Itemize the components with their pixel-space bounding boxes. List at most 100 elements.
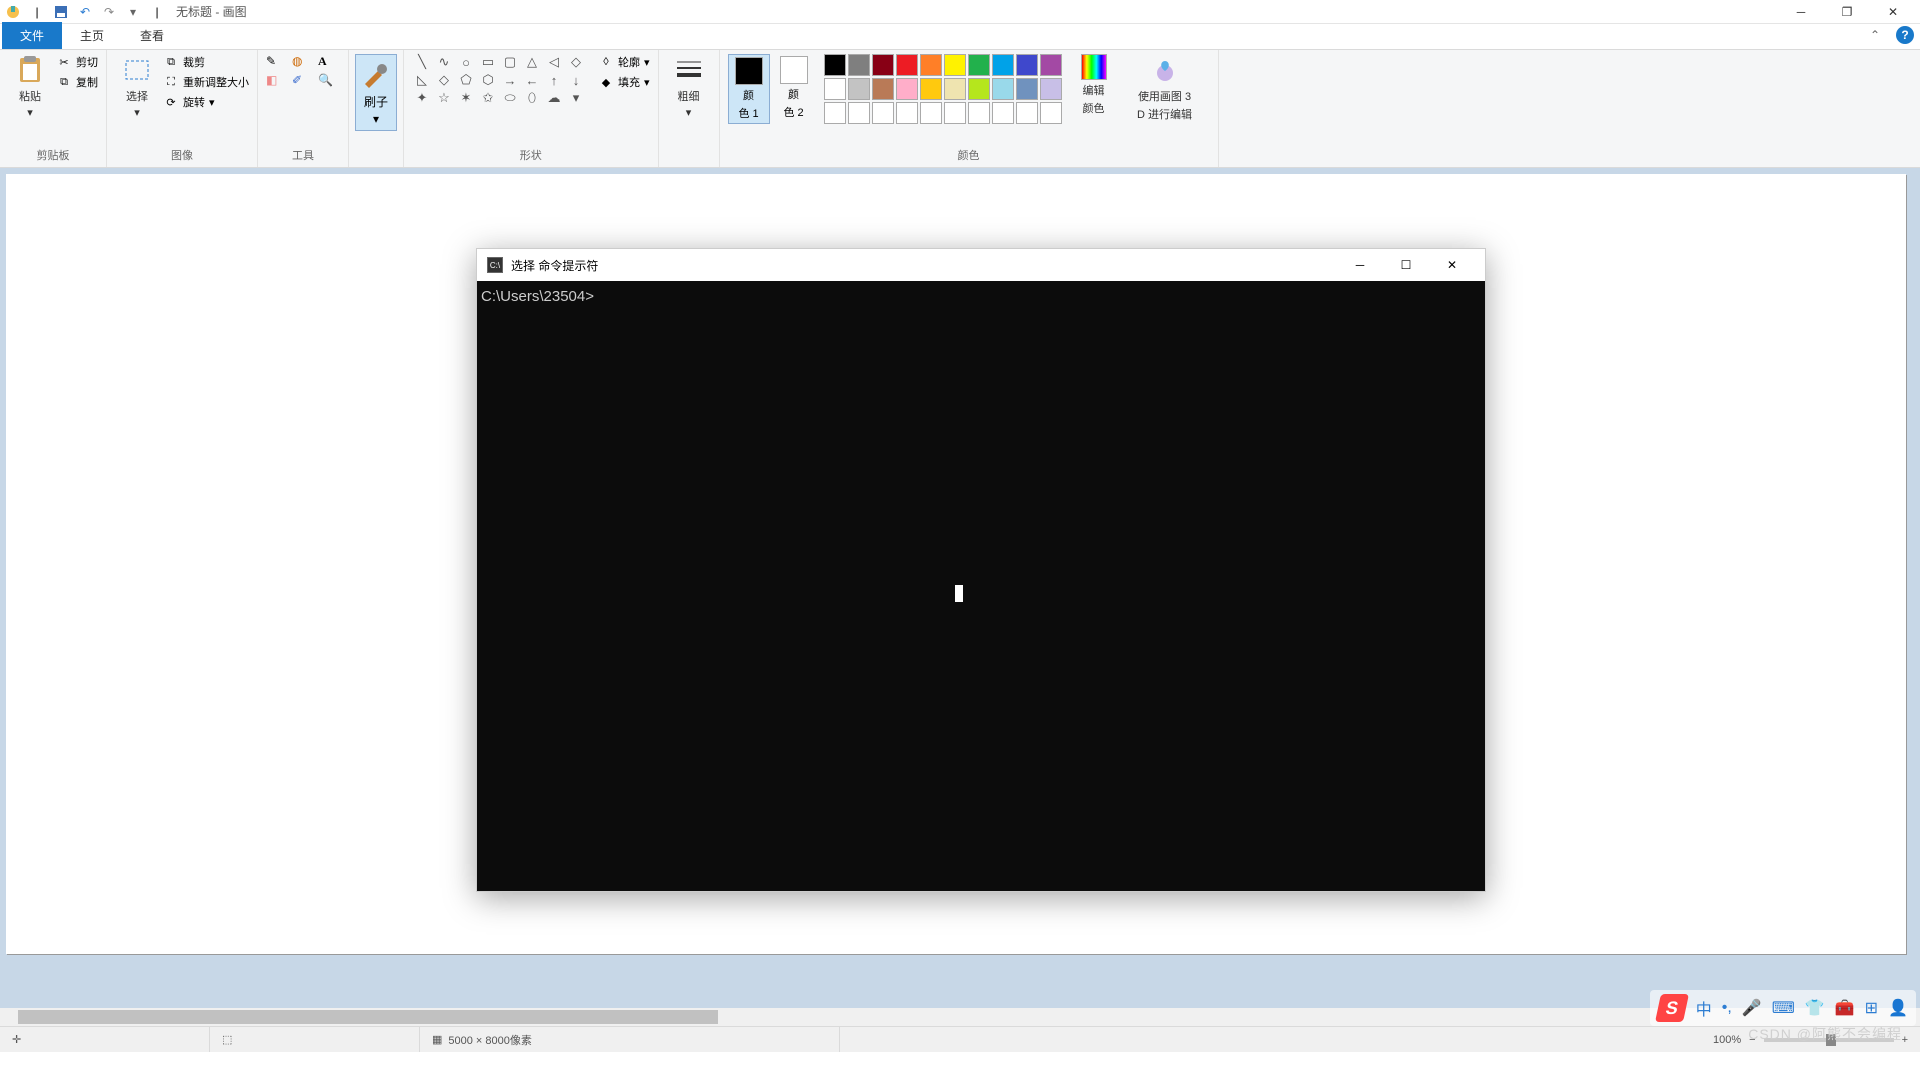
group-label: 颜色 bbox=[728, 145, 1210, 165]
stroke-width-button[interactable]: 粗细▾ bbox=[667, 54, 711, 119]
maximize-button[interactable]: ❐ bbox=[1824, 0, 1870, 24]
eyedropper-tool[interactable]: ✐ bbox=[292, 73, 314, 87]
ime-grid-icon[interactable]: ⊞ bbox=[1865, 998, 1878, 1018]
palette-color[interactable] bbox=[944, 54, 966, 76]
palette-color[interactable] bbox=[896, 102, 918, 124]
paste-button[interactable]: 粘贴▾ bbox=[8, 54, 52, 119]
palette-color[interactable] bbox=[968, 102, 990, 124]
palette-color[interactable] bbox=[872, 102, 894, 124]
palette-color[interactable] bbox=[824, 102, 846, 124]
quick-access-toolbar: | ↶ ↷ ▾ | bbox=[4, 3, 166, 21]
cmd-titlebar[interactable]: C:\ 选择 命令提示符 ─ ☐ ✕ bbox=[477, 249, 1485, 281]
ime-mic-icon[interactable]: 🎤 bbox=[1742, 998, 1762, 1018]
outline-button[interactable]: ◊轮廓 ▾ bbox=[598, 54, 650, 70]
palette-color[interactable] bbox=[872, 78, 894, 100]
fill-button[interactable]: ◆填充 ▾ bbox=[598, 74, 650, 90]
palette-color[interactable] bbox=[944, 102, 966, 124]
cmd-maximize-button[interactable]: ☐ bbox=[1383, 249, 1429, 281]
crop-icon: ⧉ bbox=[163, 54, 179, 70]
redo-icon[interactable]: ↷ bbox=[100, 3, 118, 21]
rotate-button[interactable]: ⟳旋转 ▾ bbox=[163, 94, 249, 110]
cmd-prompt: C:\Users\23504> bbox=[481, 288, 594, 305]
palette-color[interactable] bbox=[848, 102, 870, 124]
copy-button[interactable]: ⧉复制 bbox=[56, 74, 98, 90]
tab-file[interactable]: 文件 bbox=[2, 22, 62, 49]
chevron-down-icon: ▾ bbox=[644, 56, 650, 69]
qat-dropdown-icon[interactable]: ▾ bbox=[124, 3, 142, 21]
paint3d-button[interactable]: 使用画图 3D 进行编辑 bbox=[1120, 54, 1210, 122]
chevron-down-icon: ▾ bbox=[686, 106, 692, 119]
title-bar: | ↶ ↷ ▾ | 无标题 - 画图 ─ ❐ ✕ bbox=[0, 0, 1920, 24]
palette-color[interactable] bbox=[1016, 102, 1038, 124]
horizontal-scrollbar[interactable] bbox=[0, 1008, 1920, 1026]
group-brush: 刷子▾ bbox=[349, 50, 404, 167]
cut-button[interactable]: ✂剪切 bbox=[56, 54, 98, 70]
palette-color[interactable] bbox=[896, 78, 918, 100]
help-icon[interactable]: ? bbox=[1896, 26, 1914, 44]
palette-color[interactable] bbox=[1016, 54, 1038, 76]
palette-color[interactable] bbox=[848, 78, 870, 100]
palette-color[interactable] bbox=[896, 54, 918, 76]
fill-tool[interactable]: ◍ bbox=[292, 54, 314, 69]
palette-color[interactable] bbox=[920, 102, 942, 124]
chevron-down-icon: ▾ bbox=[134, 106, 140, 119]
resize-button[interactable]: ⛶重新调整大小 bbox=[163, 74, 249, 90]
ime-skin-icon[interactable]: 👕 bbox=[1805, 998, 1825, 1018]
ime-language[interactable]: 中 bbox=[1696, 996, 1712, 1020]
minimize-button[interactable]: ─ bbox=[1778, 0, 1824, 24]
close-button[interactable]: ✕ bbox=[1870, 0, 1916, 24]
cmd-close-button[interactable]: ✕ bbox=[1429, 249, 1475, 281]
canvas[interactable]: C:\ 选择 命令提示符 ─ ☐ ✕ C:\Users\23504> bbox=[6, 174, 1906, 954]
ime-toolbox-icon[interactable]: 🧰 bbox=[1835, 998, 1855, 1018]
cmd-minimize-button[interactable]: ─ bbox=[1337, 249, 1383, 281]
text-tool[interactable]: A bbox=[318, 54, 340, 69]
color-palette bbox=[824, 54, 1062, 124]
tab-view[interactable]: 查看 bbox=[122, 22, 182, 49]
color2-swatch bbox=[780, 56, 808, 84]
palette-color[interactable] bbox=[824, 78, 846, 100]
palette-color[interactable] bbox=[872, 54, 894, 76]
chevron-down-icon: ▾ bbox=[373, 112, 379, 126]
tab-home[interactable]: 主页 bbox=[62, 22, 122, 49]
magnifier-tool[interactable]: 🔍 bbox=[318, 73, 340, 87]
app-icon bbox=[4, 3, 22, 21]
ime-user-icon[interactable]: 👤 bbox=[1888, 998, 1908, 1018]
group-label: 图像 bbox=[115, 145, 249, 165]
palette-color[interactable] bbox=[992, 102, 1014, 124]
pencil-tool[interactable]: ✎ bbox=[266, 54, 288, 69]
ime-punct-icon[interactable]: •, bbox=[1722, 999, 1732, 1017]
palette-color[interactable] bbox=[1016, 78, 1038, 100]
palette-color[interactable] bbox=[1040, 78, 1062, 100]
zoom-in-button[interactable]: + bbox=[1902, 1034, 1908, 1046]
undo-icon[interactable]: ↶ bbox=[76, 3, 94, 21]
group-shapes: ╲∿○▭▢△◁◇ ◺◇⬠⬡→←↑↓ ✦☆✶✩⬭⬯☁▾ ◊轮廓 ▾ ◆填充 ▾ 形… bbox=[404, 50, 659, 167]
select-button[interactable]: 选择▾ bbox=[115, 54, 159, 119]
eraser-tool[interactable]: ◧ bbox=[266, 73, 288, 87]
chevron-down-icon: ▾ bbox=[27, 106, 33, 119]
cmd-window[interactable]: C:\ 选择 命令提示符 ─ ☐ ✕ C:\Users\23504> bbox=[476, 248, 1486, 892]
copy-icon: ⧉ bbox=[56, 74, 72, 90]
palette-color[interactable] bbox=[920, 54, 942, 76]
palette-color[interactable] bbox=[1040, 54, 1062, 76]
palette-color[interactable] bbox=[968, 78, 990, 100]
palette-color[interactable] bbox=[992, 54, 1014, 76]
shapes-gallery[interactable]: ╲∿○▭▢△◁◇ ◺◇⬠⬡→←↑↓ ✦☆✶✩⬭⬯☁▾ bbox=[412, 54, 586, 106]
palette-color[interactable] bbox=[968, 54, 990, 76]
scrollbar-thumb[interactable] bbox=[18, 1010, 718, 1024]
palette-color[interactable] bbox=[920, 78, 942, 100]
palette-color[interactable] bbox=[824, 54, 846, 76]
palette-color[interactable] bbox=[944, 78, 966, 100]
sogou-icon[interactable]: S bbox=[1655, 994, 1689, 1022]
brush-button[interactable]: 刷子▾ bbox=[355, 54, 397, 131]
palette-color[interactable] bbox=[992, 78, 1014, 100]
color1-button[interactable]: 颜色 1 bbox=[728, 54, 770, 124]
ribbon-collapse-icon[interactable]: ⌃ bbox=[1870, 28, 1880, 42]
save-icon[interactable] bbox=[52, 3, 70, 21]
ime-keyboard-icon[interactable]: ⌨ bbox=[1772, 998, 1795, 1018]
edit-colors-button[interactable]: 编辑颜色 bbox=[1072, 54, 1116, 116]
palette-color[interactable] bbox=[1040, 102, 1062, 124]
cmd-body[interactable]: C:\Users\23504> bbox=[477, 281, 1485, 891]
crop-button[interactable]: ⧉裁剪 bbox=[163, 54, 249, 70]
palette-color[interactable] bbox=[848, 54, 870, 76]
color2-button[interactable]: 颜色 2 bbox=[774, 54, 814, 122]
